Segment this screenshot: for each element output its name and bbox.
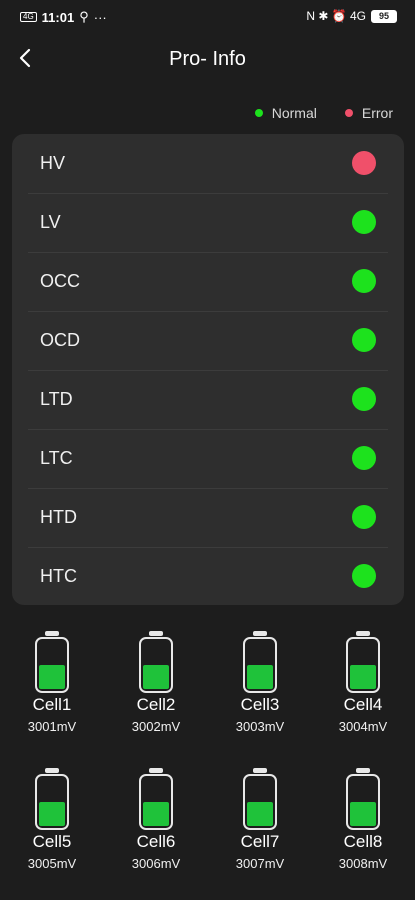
battery-cell-icon <box>243 768 277 830</box>
status-row-label: OCC <box>40 271 80 291</box>
battery-level-fill <box>247 665 273 689</box>
battery-cell-icon <box>139 631 173 693</box>
status-row-label: HTC <box>40 566 77 586</box>
cell-name: Cell7 <box>240 832 280 851</box>
cell-voltage: 3004mV <box>338 719 388 734</box>
battery-level-fill <box>143 802 169 826</box>
cell-item: Cell8 3008mV <box>311 767 415 871</box>
cell-voltage: 3007mV <box>235 856 285 871</box>
status-row-occ: OCC <box>28 252 388 312</box>
status-time: 11:01 <box>41 9 75 25</box>
signal-icon: 4G <box>20 12 37 22</box>
cell-voltage: 3006mV <box>131 856 181 871</box>
normal-status-dot-icon <box>352 564 376 588</box>
cell-item: Cell5 3005mV <box>0 767 104 871</box>
cell-item: Cell2 3002mV <box>104 630 208 734</box>
status-row-htc: HTC <box>28 547 388 606</box>
battery-level-fill <box>350 665 376 689</box>
cell-item: Cell6 3006mV <box>104 767 208 871</box>
cell-name: Cell4 <box>343 695 383 714</box>
battery-level-fill <box>247 802 273 826</box>
battery-cell-icon <box>346 631 380 693</box>
battery-icon: 95 <box>371 9 397 23</box>
cell-name: Cell8 <box>343 832 383 851</box>
status-row-hv: HV <box>28 134 388 194</box>
error-status-dot-icon <box>352 151 376 175</box>
status-row-label: LTC <box>40 448 73 468</box>
cell-item: Cell7 3007mV <box>208 767 312 871</box>
battery-cell-icon <box>346 768 380 830</box>
more-icon: ··· <box>93 9 107 25</box>
status-row-ltd: LTD <box>28 370 388 430</box>
status-row-label: LV <box>40 212 61 232</box>
legend-normal: Normal <box>254 105 317 121</box>
battery-level-fill <box>143 665 169 689</box>
header: Pro- Info <box>0 40 415 80</box>
cell-name: Cell6 <box>136 832 176 851</box>
normal-status-dot-icon <box>352 269 376 293</box>
cell-voltage: 3003mV <box>235 719 285 734</box>
page-title: Pro- Info <box>169 48 246 70</box>
status-row-label: HTD <box>40 507 77 527</box>
status-row-htd: HTD <box>28 488 388 548</box>
status-row-ocd: OCD <box>28 311 388 371</box>
cell-name: Cell2 <box>136 695 176 714</box>
usb-icon: ⚲ <box>79 9 89 24</box>
battery-level-fill <box>39 665 65 689</box>
battery-cell-icon <box>35 631 69 693</box>
battery-cell-icon <box>243 631 277 693</box>
status-row-ltc: LTC <box>28 429 388 489</box>
cell-name: Cell5 <box>32 832 72 851</box>
cell-item: Cell4 3004mV <box>311 630 415 734</box>
legend-error: Error <box>344 105 393 121</box>
cell-voltage: 3005mV <box>27 856 77 871</box>
cell-name: Cell3 <box>240 695 280 714</box>
normal-status-dot-icon <box>352 387 376 411</box>
normal-status-dot-icon <box>352 328 376 352</box>
status-icons: N ✱ ⏰ 4G <box>306 9 366 23</box>
status-row-label: LTD <box>40 389 73 409</box>
normal-dot-icon <box>254 109 263 117</box>
protection-status-card: HV LV OCC OCD LTD LTC HTD HTC <box>12 134 404 605</box>
cell-item: Cell1 3001mV <box>0 630 104 734</box>
status-row-label: OCD <box>40 330 80 350</box>
battery-level-fill <box>39 802 65 826</box>
battery-cell-icon <box>35 768 69 830</box>
battery-cell-icon <box>139 768 173 830</box>
status-bar: 4G 11:01 ⚲ ··· N ✱ ⏰ 4G 95 <box>0 0 415 34</box>
cell-voltage: 3008mV <box>338 856 388 871</box>
cell-voltage: 3002mV <box>131 719 181 734</box>
legend-normal-label: Normal <box>271 105 317 121</box>
normal-status-dot-icon <box>352 446 376 470</box>
legend-error-label: Error <box>361 105 393 121</box>
cell-item: Cell3 3003mV <box>208 630 312 734</box>
status-row-label: HV <box>40 153 66 173</box>
normal-status-dot-icon <box>352 505 376 529</box>
legend: Normal Error <box>254 105 393 121</box>
cell-voltage: 3001mV <box>27 719 77 734</box>
error-dot-icon <box>344 109 353 117</box>
battery-level-fill <box>350 802 376 826</box>
normal-status-dot-icon <box>352 210 376 234</box>
status-row-lv: LV <box>28 193 388 253</box>
cell-name: Cell1 <box>32 695 72 714</box>
